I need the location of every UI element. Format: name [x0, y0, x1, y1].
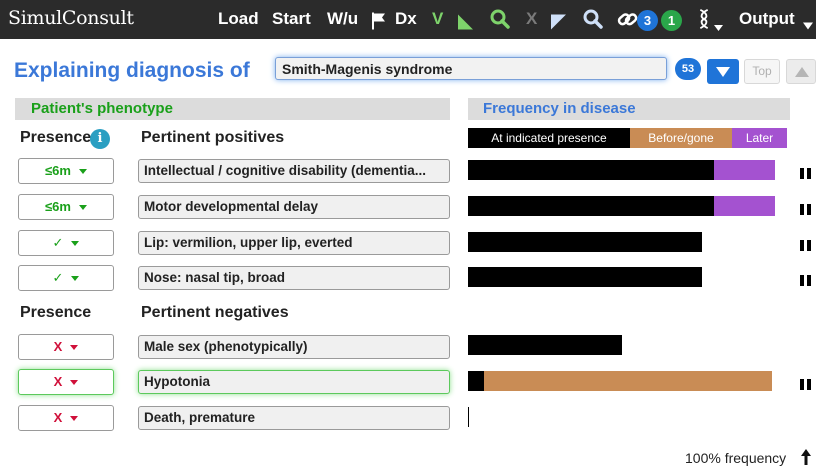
bar-at-presence — [468, 267, 702, 287]
dropdown-caret-icon — [71, 276, 80, 282]
verify-button[interactable]: V — [432, 9, 443, 29]
search-icon[interactable] — [583, 8, 603, 30]
dna-dropdown-caret-icon[interactable] — [714, 17, 723, 39]
finding-field[interactable]: Death, premature — [138, 406, 450, 430]
triangle-blue-icon[interactable] — [550, 11, 567, 33]
dropdown-caret-icon — [71, 241, 80, 247]
link-icon[interactable] — [617, 9, 639, 31]
legend-at-indicated-presence: At indicated presence — [468, 128, 630, 148]
chevron-up-icon — [795, 67, 809, 77]
frequency-bar — [468, 267, 788, 287]
pause-icon[interactable] — [800, 204, 812, 215]
presence-value: X — [53, 339, 63, 354]
simulconsult-logo[interactable]: SimulConsult — [8, 7, 134, 29]
pertinent-negatives-header: Pertinent negatives — [141, 304, 289, 321]
dropdown-caret-icon — [70, 345, 79, 351]
presence-value: X — [53, 410, 63, 425]
presence-value: X — [53, 374, 63, 389]
diagnosis-input[interactable]: Smith-Magenis syndrome — [275, 57, 667, 80]
frequency-bar — [468, 232, 788, 252]
previous-diagnosis-button[interactable] — [786, 59, 816, 84]
pause-icon[interactable] — [800, 379, 812, 390]
dna-icon[interactable] — [696, 8, 712, 30]
bar-at-presence — [468, 160, 714, 180]
finding-field[interactable]: Male sex (phenotypically) — [138, 335, 450, 359]
top-button[interactable]: Top — [744, 59, 780, 84]
triangle-green-icon[interactable] — [457, 11, 474, 33]
load-button[interactable]: Load — [218, 9, 259, 29]
presence-select[interactable]: ≤6m — [18, 158, 114, 184]
dropdown-caret-icon — [70, 416, 79, 422]
bar-later — [714, 196, 775, 216]
bar-at-presence — [468, 371, 484, 391]
finding-field[interactable]: Intellectual / cognitive disability (dem… — [138, 159, 450, 183]
pause-icon[interactable] — [800, 275, 812, 286]
output-label: Output — [739, 9, 795, 28]
genetic-count-badge[interactable]: 1 — [661, 10, 682, 31]
finding-field[interactable]: Motor developmental delay — [138, 195, 450, 219]
top-toolbar: SimulConsult Load Start W/u Dx V X 3 1 O… — [0, 0, 816, 39]
presence-select[interactable]: X — [18, 369, 114, 395]
info-icon[interactable]: i — [90, 129, 110, 149]
chevron-down-icon — [716, 67, 730, 77]
bar-at-presence — [468, 335, 622, 355]
frequency-bar — [468, 371, 788, 391]
finding-field[interactable]: Nose: nasal tip, broad — [138, 266, 450, 290]
dropdown-caret-icon — [78, 205, 87, 211]
frequency-bar — [468, 335, 788, 355]
presence-select[interactable]: X — [18, 405, 114, 431]
bar-at-presence — [468, 232, 702, 252]
dropdown-caret-icon — [78, 169, 87, 175]
presence-header-negatives: Presence — [20, 304, 92, 321]
presence-value: ≤6m — [45, 163, 71, 178]
presence-select[interactable]: ✓ — [18, 265, 114, 291]
bar-before-gone — [484, 371, 772, 391]
next-diagnosis-button[interactable] — [707, 59, 739, 84]
page-title: Explaining diagnosis of — [14, 59, 250, 82]
search-green-icon[interactable] — [490, 8, 510, 30]
frequency-bar — [468, 196, 788, 216]
legend-later: Later — [732, 128, 787, 148]
bar-later — [714, 160, 775, 180]
output-menu[interactable]: Output — [739, 9, 795, 29]
presence-value: ✓ — [52, 270, 64, 285]
presence-select[interactable]: ≤6m — [18, 194, 114, 220]
finding-field[interactable]: Hypotonia — [138, 370, 450, 394]
frequency-bar — [468, 160, 788, 180]
pause-icon[interactable] — [800, 168, 812, 179]
workup-button[interactable]: W/u — [327, 9, 358, 29]
dropdown-caret-icon — [70, 380, 79, 386]
diagnosis-count-badge[interactable]: 53 — [675, 58, 701, 80]
output-caret-icon[interactable] — [803, 15, 813, 37]
frequency-in-disease-header: Frequency in disease — [468, 98, 790, 120]
presence-select[interactable]: X — [18, 334, 114, 360]
legend-before-gone: Before/gone — [630, 128, 732, 148]
link-count-badge[interactable]: 3 — [637, 10, 658, 31]
presence-value: ≤6m — [45, 199, 71, 214]
frequency-scale-note: 100% frequency — [685, 450, 787, 466]
pertinent-positives-header: Pertinent positives — [141, 129, 285, 146]
start-button[interactable]: Start — [272, 9, 311, 29]
patient-phenotype-header: Patient's phenotype — [15, 98, 450, 120]
dx-button[interactable]: Dx — [395, 9, 417, 29]
finding-field[interactable]: Lip: vermilion, upper lip, everted — [138, 231, 450, 255]
presence-select[interactable]: ✓ — [18, 230, 114, 256]
frequency-zero-marker — [468, 407, 469, 427]
pause-icon[interactable] — [800, 240, 812, 251]
flag-icon[interactable] — [371, 10, 386, 32]
clear-button[interactable]: X — [526, 9, 537, 29]
presence-header: Presence — [20, 129, 92, 146]
bar-at-presence — [468, 196, 714, 216]
arrow-up-icon — [801, 449, 811, 465]
presence-value: ✓ — [52, 235, 64, 250]
